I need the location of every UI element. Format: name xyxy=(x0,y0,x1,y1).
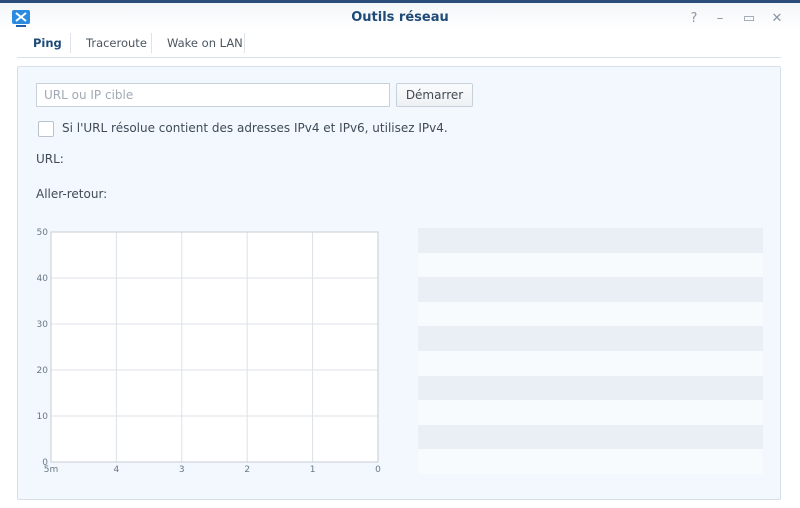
x-tick-label: 4 xyxy=(114,465,120,475)
table-row xyxy=(418,252,763,278)
x-tick-label: 3 xyxy=(179,465,185,475)
table-row xyxy=(418,449,763,474)
y-tick-label: 20 xyxy=(37,366,49,376)
x-tick-label: 5m xyxy=(44,465,59,475)
x-tick-label: 1 xyxy=(310,465,316,475)
y-tick-label: 10 xyxy=(37,412,49,422)
x-tick-label: 0 xyxy=(375,465,381,475)
table-row xyxy=(418,301,763,327)
table-row xyxy=(418,326,763,351)
results-table xyxy=(418,228,763,474)
table-row xyxy=(418,350,763,376)
table-row xyxy=(418,277,763,302)
y-tick-label: 50 xyxy=(37,228,49,238)
table-row xyxy=(418,375,763,401)
x-tick-label: 2 xyxy=(244,465,250,475)
y-tick-label: 40 xyxy=(37,274,49,284)
plot-area xyxy=(50,231,379,463)
y-tick-label: 30 xyxy=(37,320,49,330)
table-row xyxy=(418,228,763,253)
table-row xyxy=(418,424,763,450)
table-row xyxy=(418,400,763,425)
